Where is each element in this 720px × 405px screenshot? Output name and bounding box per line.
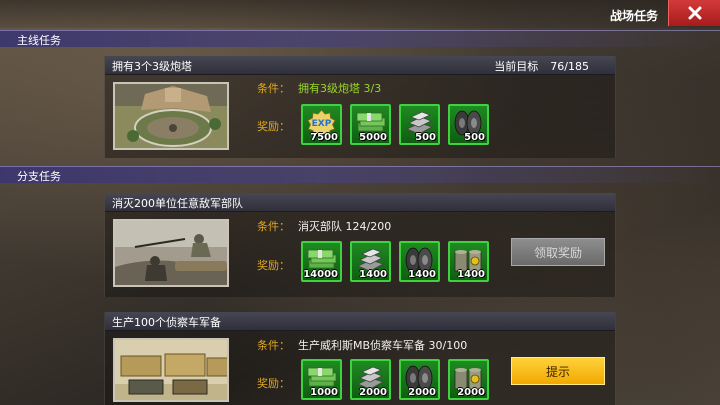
condition-label: 条件：: [257, 220, 290, 233]
card-header: 生产100个侦察车军备: [105, 312, 615, 331]
reward-item: 1400: [350, 241, 391, 282]
section-header-main: 主线任务: [0, 30, 720, 47]
reward-amount: 500: [415, 132, 436, 143]
reward-item: 500: [399, 104, 440, 145]
reward-item: 500: [448, 104, 489, 145]
card-header: 拥有3个3级炮塔 当前目标 76/185: [105, 56, 615, 75]
reward-item: 2000: [448, 359, 489, 400]
condition-value: 生产威利斯MB侦察车军备 30/100: [298, 339, 468, 352]
task-progress: 当前目标 76/185: [494, 58, 589, 74]
reward-amount: 1400: [408, 269, 436, 280]
reward-amount: 500: [464, 132, 485, 143]
reward-label: 奖励：: [257, 120, 290, 133]
reward-item: 14000: [301, 241, 342, 282]
section-header-branch: 分支任务: [0, 166, 720, 183]
reward-item: 1400: [448, 241, 489, 282]
section-label-main: 主线任务: [17, 34, 61, 47]
reward-amount: 2000: [359, 387, 387, 398]
reward-item: 1400: [399, 241, 440, 282]
reward-amount: 1000: [310, 387, 338, 398]
reward-amount: 2000: [457, 387, 485, 398]
reward-amount: 5000: [359, 132, 387, 143]
reward-amount: 2000: [408, 387, 436, 398]
card-header: 消灭200单位任意敌军部队: [105, 193, 615, 212]
reward-amount: 1400: [457, 269, 485, 280]
progress-label: 当前目标: [494, 60, 539, 73]
reward-item: 2000: [350, 359, 391, 400]
reward-item: 1000: [301, 359, 342, 400]
task-thumbnail-soldiers: [113, 219, 229, 287]
condition-value: 消灭部队 124/200: [298, 220, 392, 233]
section-label-branch: 分支任务: [17, 170, 61, 183]
branch-task-card: 生产100个侦察车军备 条件： 生产威利斯MB侦察车军备 30/100 奖励： …: [104, 312, 616, 405]
main-task-card: 拥有3个3级炮塔 当前目标 76/185 条件： 拥有3级炮塔 3/3 奖励： E…: [104, 56, 616, 158]
close-icon: [688, 6, 701, 20]
hint-button[interactable]: 提示: [511, 357, 605, 385]
condition-label: 条件：: [257, 82, 290, 95]
progress-value: 76/185: [550, 60, 589, 73]
reward-item: 5000: [350, 104, 391, 145]
close-button[interactable]: [668, 0, 720, 26]
task-thumbnail-crates: [113, 338, 229, 402]
task-title: 生产100个侦察车军备: [112, 316, 221, 329]
page-title: 战场任务: [609, 9, 658, 23]
reward-amount: 14000: [303, 269, 338, 280]
reward-label: 奖励：: [257, 259, 290, 272]
reward-amount: 1400: [359, 269, 387, 280]
task-thumbnail-turrets: [113, 82, 229, 150]
reward-item: 2000: [399, 359, 440, 400]
claim-reward-button[interactable]: 领取奖励: [511, 238, 605, 266]
reward-item: EXP 7500: [301, 104, 342, 145]
svg-text:EXP: EXP: [312, 119, 332, 129]
branch-task-card: 消灭200单位任意敌军部队 条件： 消灭部队 124/200 奖励： 14000: [104, 193, 616, 297]
reward-label: 奖励：: [257, 377, 290, 390]
title-bar: 战场任务: [0, 0, 720, 28]
condition-label: 条件：: [257, 339, 290, 352]
reward-amount: 7500: [310, 132, 338, 143]
condition-value: 拥有3级炮塔 3/3: [298, 82, 382, 95]
task-title: 消灭200单位任意敌军部队: [112, 197, 243, 210]
task-title: 拥有3个3级炮塔: [112, 60, 192, 73]
